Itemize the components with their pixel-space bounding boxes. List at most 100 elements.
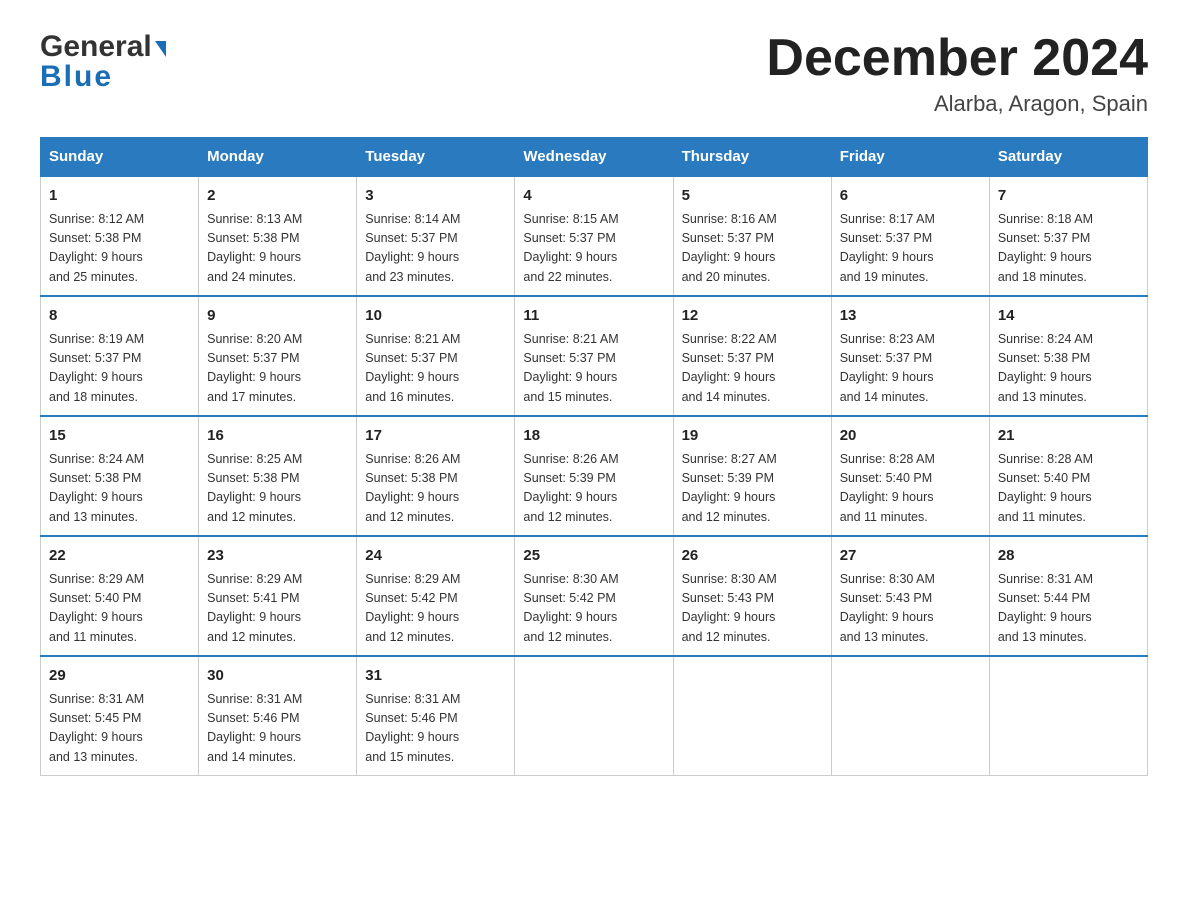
- calendar-week-row: 22Sunrise: 8:29 AMSunset: 5:40 PMDayligh…: [41, 536, 1148, 656]
- day-info: Sunrise: 8:31 AMSunset: 5:46 PMDaylight:…: [207, 690, 348, 768]
- calendar-cell: 14Sunrise: 8:24 AMSunset: 5:38 PMDayligh…: [989, 296, 1147, 416]
- day-info: Sunrise: 8:31 AMSunset: 5:44 PMDaylight:…: [998, 570, 1139, 648]
- day-info: Sunrise: 8:30 AMSunset: 5:43 PMDaylight:…: [840, 570, 981, 648]
- day-number: 26: [682, 545, 823, 568]
- day-number: 21: [998, 425, 1139, 448]
- col-header-monday: Monday: [199, 138, 357, 177]
- location-subtitle: Alarba, Aragon, Spain: [766, 91, 1148, 117]
- calendar-week-row: 15Sunrise: 8:24 AMSunset: 5:38 PMDayligh…: [41, 416, 1148, 536]
- day-number: 3: [365, 185, 506, 208]
- title-block: December 2024 Alarba, Aragon, Spain: [766, 30, 1148, 117]
- calendar-cell: 15Sunrise: 8:24 AMSunset: 5:38 PMDayligh…: [41, 416, 199, 536]
- calendar-cell: 13Sunrise: 8:23 AMSunset: 5:37 PMDayligh…: [831, 296, 989, 416]
- calendar-cell: 16Sunrise: 8:25 AMSunset: 5:38 PMDayligh…: [199, 416, 357, 536]
- day-number: 6: [840, 185, 981, 208]
- calendar-cell: 7Sunrise: 8:18 AMSunset: 5:37 PMDaylight…: [989, 176, 1147, 296]
- day-info: Sunrise: 8:28 AMSunset: 5:40 PMDaylight:…: [840, 450, 981, 528]
- day-number: 30: [207, 665, 348, 688]
- day-info: Sunrise: 8:28 AMSunset: 5:40 PMDaylight:…: [998, 450, 1139, 528]
- day-info: Sunrise: 8:15 AMSunset: 5:37 PMDaylight:…: [523, 210, 664, 288]
- day-number: 20: [840, 425, 981, 448]
- day-info: Sunrise: 8:29 AMSunset: 5:42 PMDaylight:…: [365, 570, 506, 648]
- day-number: 31: [365, 665, 506, 688]
- page-header: General Blue December 2024 Alarba, Arago…: [40, 30, 1148, 117]
- logo-general: General: [40, 30, 152, 64]
- logo: General Blue: [40, 30, 166, 94]
- day-number: 10: [365, 305, 506, 328]
- day-info: Sunrise: 8:24 AMSunset: 5:38 PMDaylight:…: [998, 330, 1139, 408]
- day-info: Sunrise: 8:20 AMSunset: 5:37 PMDaylight:…: [207, 330, 348, 408]
- day-info: Sunrise: 8:30 AMSunset: 5:43 PMDaylight:…: [682, 570, 823, 648]
- day-number: 18: [523, 425, 664, 448]
- calendar-table: SundayMondayTuesdayWednesdayThursdayFrid…: [40, 137, 1148, 776]
- calendar-cell: 17Sunrise: 8:26 AMSunset: 5:38 PMDayligh…: [357, 416, 515, 536]
- day-number: 8: [49, 305, 190, 328]
- calendar-cell: 2Sunrise: 8:13 AMSunset: 5:38 PMDaylight…: [199, 176, 357, 296]
- day-number: 23: [207, 545, 348, 568]
- col-header-saturday: Saturday: [989, 138, 1147, 177]
- day-info: Sunrise: 8:17 AMSunset: 5:37 PMDaylight:…: [840, 210, 981, 288]
- day-info: Sunrise: 8:16 AMSunset: 5:37 PMDaylight:…: [682, 210, 823, 288]
- day-info: Sunrise: 8:26 AMSunset: 5:38 PMDaylight:…: [365, 450, 506, 528]
- calendar-cell: 21Sunrise: 8:28 AMSunset: 5:40 PMDayligh…: [989, 416, 1147, 536]
- day-info: Sunrise: 8:29 AMSunset: 5:41 PMDaylight:…: [207, 570, 348, 648]
- col-header-sunday: Sunday: [41, 138, 199, 177]
- day-info: Sunrise: 8:13 AMSunset: 5:38 PMDaylight:…: [207, 210, 348, 288]
- calendar-cell: [673, 656, 831, 776]
- col-header-tuesday: Tuesday: [357, 138, 515, 177]
- day-number: 1: [49, 185, 190, 208]
- day-number: 5: [682, 185, 823, 208]
- day-info: Sunrise: 8:26 AMSunset: 5:39 PMDaylight:…: [523, 450, 664, 528]
- logo-blue-line: Blue: [40, 60, 113, 94]
- day-number: 7: [998, 185, 1139, 208]
- day-info: Sunrise: 8:25 AMSunset: 5:38 PMDaylight:…: [207, 450, 348, 528]
- calendar-cell: 31Sunrise: 8:31 AMSunset: 5:46 PMDayligh…: [357, 656, 515, 776]
- month-year-title: December 2024: [766, 30, 1148, 87]
- day-number: 14: [998, 305, 1139, 328]
- calendar-cell: 11Sunrise: 8:21 AMSunset: 5:37 PMDayligh…: [515, 296, 673, 416]
- day-info: Sunrise: 8:18 AMSunset: 5:37 PMDaylight:…: [998, 210, 1139, 288]
- calendar-cell: 18Sunrise: 8:26 AMSunset: 5:39 PMDayligh…: [515, 416, 673, 536]
- day-info: Sunrise: 8:31 AMSunset: 5:45 PMDaylight:…: [49, 690, 190, 768]
- day-info: Sunrise: 8:14 AMSunset: 5:37 PMDaylight:…: [365, 210, 506, 288]
- day-number: 19: [682, 425, 823, 448]
- calendar-cell: 20Sunrise: 8:28 AMSunset: 5:40 PMDayligh…: [831, 416, 989, 536]
- day-info: Sunrise: 8:22 AMSunset: 5:37 PMDaylight:…: [682, 330, 823, 408]
- calendar-cell: 8Sunrise: 8:19 AMSunset: 5:37 PMDaylight…: [41, 296, 199, 416]
- calendar-cell: 23Sunrise: 8:29 AMSunset: 5:41 PMDayligh…: [199, 536, 357, 656]
- logo-top-line: General: [40, 30, 166, 64]
- calendar-cell: 6Sunrise: 8:17 AMSunset: 5:37 PMDaylight…: [831, 176, 989, 296]
- calendar-cell: [515, 656, 673, 776]
- day-number: 9: [207, 305, 348, 328]
- calendar-cell: 5Sunrise: 8:16 AMSunset: 5:37 PMDaylight…: [673, 176, 831, 296]
- day-info: Sunrise: 8:23 AMSunset: 5:37 PMDaylight:…: [840, 330, 981, 408]
- day-info: Sunrise: 8:21 AMSunset: 5:37 PMDaylight:…: [523, 330, 664, 408]
- day-info: Sunrise: 8:21 AMSunset: 5:37 PMDaylight:…: [365, 330, 506, 408]
- calendar-cell: 25Sunrise: 8:30 AMSunset: 5:42 PMDayligh…: [515, 536, 673, 656]
- calendar-week-row: 1Sunrise: 8:12 AMSunset: 5:38 PMDaylight…: [41, 176, 1148, 296]
- day-number: 24: [365, 545, 506, 568]
- day-number: 28: [998, 545, 1139, 568]
- day-info: Sunrise: 8:29 AMSunset: 5:40 PMDaylight:…: [49, 570, 190, 648]
- calendar-cell: 29Sunrise: 8:31 AMSunset: 5:45 PMDayligh…: [41, 656, 199, 776]
- day-number: 17: [365, 425, 506, 448]
- calendar-header-row: SundayMondayTuesdayWednesdayThursdayFrid…: [41, 138, 1148, 177]
- day-number: 11: [523, 305, 664, 328]
- day-info: Sunrise: 8:30 AMSunset: 5:42 PMDaylight:…: [523, 570, 664, 648]
- col-header-wednesday: Wednesday: [515, 138, 673, 177]
- day-info: Sunrise: 8:31 AMSunset: 5:46 PMDaylight:…: [365, 690, 506, 768]
- day-number: 22: [49, 545, 190, 568]
- calendar-cell: 10Sunrise: 8:21 AMSunset: 5:37 PMDayligh…: [357, 296, 515, 416]
- day-info: Sunrise: 8:27 AMSunset: 5:39 PMDaylight:…: [682, 450, 823, 528]
- col-header-thursday: Thursday: [673, 138, 831, 177]
- day-number: 12: [682, 305, 823, 328]
- day-info: Sunrise: 8:24 AMSunset: 5:38 PMDaylight:…: [49, 450, 190, 528]
- calendar-cell: [831, 656, 989, 776]
- day-info: Sunrise: 8:19 AMSunset: 5:37 PMDaylight:…: [49, 330, 190, 408]
- day-number: 4: [523, 185, 664, 208]
- day-number: 15: [49, 425, 190, 448]
- day-number: 27: [840, 545, 981, 568]
- calendar-week-row: 29Sunrise: 8:31 AMSunset: 5:45 PMDayligh…: [41, 656, 1148, 776]
- calendar-cell: 22Sunrise: 8:29 AMSunset: 5:40 PMDayligh…: [41, 536, 199, 656]
- calendar-cell: 12Sunrise: 8:22 AMSunset: 5:37 PMDayligh…: [673, 296, 831, 416]
